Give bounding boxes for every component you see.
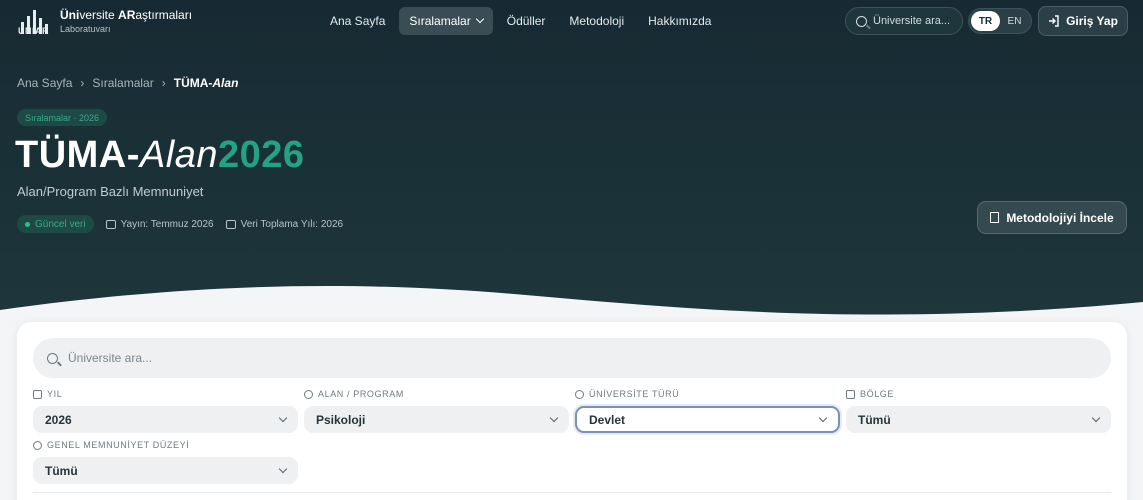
- lang-en-option[interactable]: EN: [1000, 11, 1029, 31]
- chevron-down-icon: [475, 14, 484, 24]
- map-icon: [846, 389, 855, 399]
- login-icon: [1049, 15, 1059, 27]
- year-select[interactable]: 2026: [33, 406, 298, 433]
- field-label: ALAN / PROGRAM: [318, 389, 404, 399]
- university-type-select[interactable]: Devlet: [575, 406, 840, 433]
- university-type-filter: ÜNİVERSİTE TÜRÜ Devlet: [575, 388, 840, 433]
- live-data-badge: Güncel veri: [17, 215, 94, 233]
- breadcrumb-home[interactable]: Ana Sayfa: [17, 76, 72, 90]
- calendar-icon: [33, 389, 42, 399]
- region-select[interactable]: Tümü: [846, 406, 1111, 433]
- header-search-placeholder: Üniversite ara...: [873, 15, 951, 27]
- category-chip: Sıralamalar · 2026: [17, 109, 108, 126]
- divider: [33, 492, 1111, 493]
- nav-home[interactable]: Ana Sayfa: [320, 7, 395, 35]
- university-type-label: ÜNİVERSİTE TÜRÜ: [589, 389, 680, 399]
- language-toggle[interactable]: TR EN: [968, 8, 1032, 34]
- lang-tr-option[interactable]: TR: [971, 11, 1000, 31]
- status-dot-icon: [25, 221, 30, 227]
- search-icon: [47, 352, 58, 364]
- field-select[interactable]: Psikoloji: [304, 406, 569, 433]
- main-nav: Ana Sayfa Sıralamalar Ödüller Metodoloji…: [320, 7, 721, 35]
- chevron-down-icon: [278, 464, 288, 473]
- brand-text: Üniversite ARaştırmaları Laboratuvarı: [60, 8, 192, 34]
- brand-subtitle: Laboratuvarı: [60, 24, 111, 34]
- award-icon: [33, 440, 42, 450]
- calendar-icon: [225, 219, 236, 229]
- page-subtitle: Alan/Program Bazlı Memnuniyet: [17, 184, 204, 199]
- chevron-down-icon: [1091, 413, 1101, 422]
- satisfaction-filter: GENEL MEMNUNİYET DÜZEYİ Tümü: [33, 439, 298, 484]
- chevron-down-icon: [818, 413, 828, 422]
- university-search-input[interactable]: [68, 351, 968, 365]
- satisfaction-select[interactable]: Tümü: [33, 457, 298, 484]
- brand-name: Üniversite ARaştırmaları: [60, 8, 193, 22]
- breadcrumb: Ana Sayfa › Sıralamalar › TÜMA-Alan: [17, 76, 238, 90]
- nav-awards[interactable]: Ödüller: [497, 7, 556, 35]
- brand-logo[interactable]: UNIAR Üniversite ARaştırmaları Laboratuv…: [18, 8, 192, 36]
- region-label: BÖLGE: [860, 389, 895, 399]
- layers-icon: [304, 389, 313, 399]
- page-title: TÜMA-Alan2026: [15, 134, 305, 176]
- chevron-down-icon: [549, 413, 559, 422]
- filter-card: YIL 2026 ALAN / PROGRAM Psikoloji ÜNİVER…: [17, 322, 1127, 500]
- university-icon: [575, 389, 584, 399]
- document-icon: [990, 212, 1000, 223]
- login-label: Giriş Yap: [1066, 14, 1118, 28]
- region-filter: BÖLGE Tümü: [846, 388, 1111, 433]
- login-button[interactable]: Giriş Yap: [1038, 6, 1128, 36]
- satisfaction-label: GENEL MEMNUNİYET DÜZEYİ: [47, 440, 190, 450]
- breadcrumb-separator-icon: ›: [80, 76, 85, 90]
- year-filter: YIL 2026: [33, 388, 298, 433]
- breadcrumb-rankings[interactable]: Sıralamalar: [92, 76, 153, 90]
- nav-methodology[interactable]: Metodoloji: [559, 7, 634, 35]
- nav-rankings-dropdown[interactable]: Sıralamalar: [399, 7, 493, 35]
- university-building-icon: UNIAR: [18, 8, 50, 36]
- chevron-down-icon: [278, 413, 288, 422]
- collection-year: Veri Toplama Yılı: 2026: [225, 219, 343, 230]
- field-filter: ALAN / PROGRAM Psikoloji: [304, 388, 569, 433]
- methodology-button[interactable]: Metodolojiyi İncele: [977, 201, 1127, 234]
- logo-wordmark: UNIAR: [18, 26, 49, 36]
- publish-date: Yayın: Temmuz 2026: [105, 219, 214, 230]
- breadcrumb-current: TÜMA-Alan: [173, 76, 239, 90]
- search-icon: [856, 15, 867, 27]
- breadcrumb-separator-icon: ›: [161, 76, 166, 90]
- meta-row: Güncel veri Yayın: Temmuz 2026 Veri Topl…: [17, 215, 343, 233]
- calendar-icon: [105, 219, 116, 229]
- header-search-input[interactable]: Üniversite ara...: [845, 7, 963, 35]
- university-search[interactable]: [33, 338, 1111, 378]
- year-label: YIL: [47, 389, 63, 399]
- nav-about[interactable]: Hakkımızda: [638, 7, 721, 35]
